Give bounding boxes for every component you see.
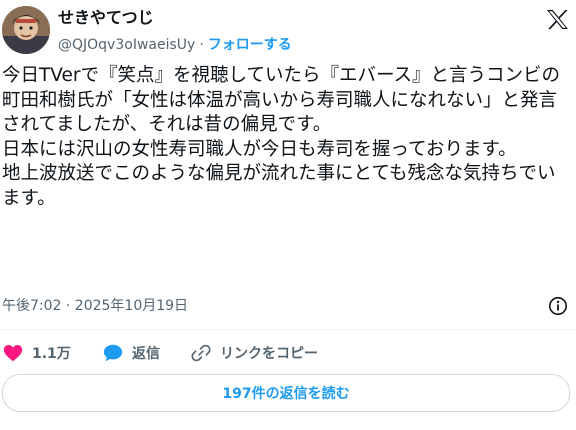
author-handle-row: @QJOqv3oIwaeisUy · フォローする <box>58 35 292 55</box>
read-replies-button[interactable]: 197件の返信を読む <box>2 374 570 412</box>
tweet-timestamp[interactable]: 午後7:02 · 2025年10月19日 <box>2 296 188 316</box>
info-icon[interactable] <box>548 296 568 316</box>
reply-bubble-icon <box>103 344 123 362</box>
tweet-text: 今日TVerで『笑点』を視聴していたら『エバース』と言うコンビの町田和樹氏が「女… <box>2 65 561 209</box>
heart-icon <box>3 345 23 362</box>
x-logo-icon[interactable] <box>546 9 569 30</box>
action-bar: 1.1万 返信 リンクをコピー <box>0 342 576 364</box>
reply-label: 返信 <box>132 346 160 362</box>
like-count: 1.1万 <box>32 346 71 362</box>
link-icon <box>191 344 211 362</box>
author-display-name[interactable]: せきやてつじ <box>58 8 154 28</box>
like-button[interactable]: 1.1万 <box>2 342 71 364</box>
author-handle[interactable]: @QJOqv3oIwaeisUy <box>58 37 195 53</box>
follow-button[interactable]: フォローする <box>208 37 292 53</box>
copy-link-label: リンクをコピー <box>220 346 318 362</box>
separator-dot: · <box>199 37 204 53</box>
divider <box>0 329 576 330</box>
avatar[interactable] <box>2 6 50 54</box>
reply-button[interactable]: 返信 <box>102 342 160 364</box>
copy-link-button[interactable]: リンクをコピー <box>190 342 318 364</box>
